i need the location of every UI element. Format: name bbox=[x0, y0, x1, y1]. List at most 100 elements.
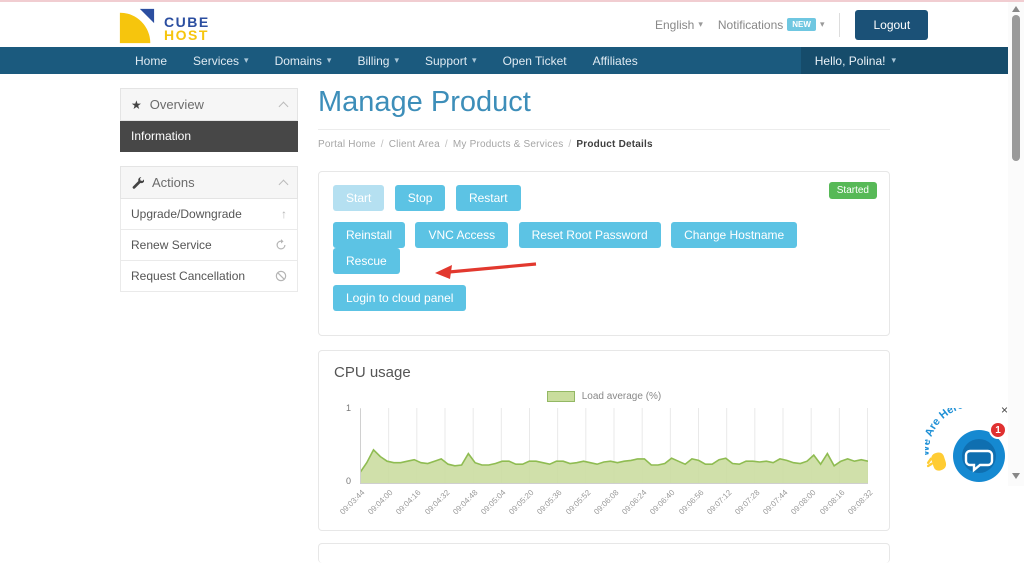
main-navigation: Home Services ▾ Domains ▾ Billing ▾ Support… bbox=[0, 47, 1008, 74]
vnc-access-button[interactable]: VNC Access bbox=[415, 222, 509, 248]
ban-icon bbox=[275, 270, 287, 282]
sidebar-item-label: Upgrade/Downgrade bbox=[131, 207, 242, 221]
power-buttons-row: Start Stop Restart bbox=[333, 185, 875, 211]
user-greeting: Hello, Polina! bbox=[814, 53, 886, 68]
breadcrumb-separator: / bbox=[444, 139, 448, 150]
nav-item-label: Billing bbox=[357, 53, 390, 68]
chart-legend: Load average (%) bbox=[334, 391, 874, 402]
wrench-icon bbox=[131, 176, 144, 189]
nav-item-label: Open Ticket bbox=[502, 53, 567, 68]
logout-button[interactable]: Logout bbox=[855, 9, 929, 40]
scroll-down-icon[interactable] bbox=[1012, 473, 1020, 479]
sidebar-item-upgrade-downgrade[interactable]: Upgrade/Downgrade ↑ bbox=[120, 199, 298, 230]
breadcrumb-separator: / bbox=[380, 139, 384, 150]
chevron-down-icon: ▾ bbox=[472, 55, 477, 65]
restart-button[interactable]: Restart bbox=[455, 185, 521, 211]
chevron-down-icon: ▾ bbox=[698, 19, 703, 29]
breadcrumb-separator: / bbox=[568, 139, 572, 150]
x-axis-tick-label: 09:06:24 bbox=[620, 488, 649, 517]
login-to-cloud-panel-button[interactable]: Login to cloud panel bbox=[333, 285, 467, 311]
breadcrumb-item[interactable]: Client Area bbox=[389, 139, 440, 150]
header-right-controls: English ▾ Notifications NEW ▾ Logout bbox=[655, 2, 929, 47]
nav-item-support[interactable]: Support ▾ bbox=[412, 47, 490, 74]
language-dropdown[interactable]: English ▾ bbox=[655, 18, 703, 32]
chevron-down-icon: ▾ bbox=[394, 55, 399, 65]
change-hostname-button[interactable]: Change Hostname bbox=[671, 222, 798, 248]
chevron-up-icon bbox=[278, 179, 289, 189]
cpu-usage-chart: 10 bbox=[346, 403, 868, 486]
sidebar-item-request-cancellation[interactable]: Request Cancellation bbox=[120, 261, 298, 292]
breadcrumb-item[interactable]: Portal Home bbox=[318, 139, 376, 150]
status-badge: Started bbox=[828, 182, 877, 199]
page-title: Manage Product bbox=[318, 86, 890, 130]
nav-item-home[interactable]: Home bbox=[122, 47, 180, 74]
actions-header[interactable]: Actions bbox=[120, 166, 298, 199]
product-actions-panel: Started Start Stop Restart Reinstall VNC… bbox=[318, 171, 890, 336]
sidebar-item-renew-service[interactable]: Renew Service bbox=[120, 230, 298, 261]
nav-item-open-ticket[interactable]: Open Ticket bbox=[490, 47, 580, 74]
rescue-button[interactable]: Rescue bbox=[333, 248, 400, 274]
x-axis-tick-label: 09:07:12 bbox=[704, 488, 734, 517]
x-axis-tick-label: 09:06:56 bbox=[676, 488, 706, 517]
user-menu[interactable]: Hello, Polina! ▾ bbox=[800, 47, 1008, 74]
nav-item-label: Domains bbox=[274, 53, 322, 68]
nav-items: Home Services ▾ Domains ▾ Billing ▾ Support… bbox=[122, 47, 651, 74]
nav-item-label: Services bbox=[193, 53, 240, 68]
x-axis-tick-label: 09:05:36 bbox=[535, 488, 564, 517]
sidebar: ★ Overview Information Actions Upgrade/D… bbox=[120, 88, 298, 306]
nav-item-domains[interactable]: Domains ▾ bbox=[262, 47, 345, 74]
breadcrumb-item[interactable]: My Products & Services bbox=[453, 139, 564, 150]
logo-line2: HOST bbox=[164, 26, 209, 43]
x-axis-tick-label: 09:04:00 bbox=[366, 488, 395, 517]
chevron-down-icon: ▾ bbox=[819, 19, 825, 29]
overview-header[interactable]: ★ Overview bbox=[120, 88, 298, 121]
x-axis-tick-label: 09:06:08 bbox=[591, 488, 621, 517]
stop-button[interactable]: Stop bbox=[394, 185, 446, 211]
scroll-up-icon[interactable] bbox=[1012, 6, 1020, 12]
new-badge: NEW bbox=[787, 18, 816, 31]
x-axis-tick-label: 09:04:48 bbox=[450, 488, 480, 517]
x-axis-tick-label: 09:04:16 bbox=[394, 488, 423, 517]
x-axis-tick-label: 09:05:04 bbox=[479, 488, 508, 517]
nav-item-label: Home bbox=[135, 53, 168, 68]
reset-root-password-button[interactable]: Reset Root Password bbox=[518, 222, 661, 248]
top-header: CUBE HOST English ▾ Notifications NEW ▾ … bbox=[0, 2, 1008, 47]
sidebar-item-label: Renew Service bbox=[131, 238, 212, 252]
cubehost-logo-icon bbox=[118, 7, 156, 50]
chevron-down-icon: ▾ bbox=[244, 55, 249, 65]
x-axis-tick-label: 09:05:20 bbox=[507, 488, 536, 517]
chart-x-axis-labels: 09:03:44 09:04:00 09:04:16 09:04:32 09:04:48… bbox=[338, 484, 874, 526]
header-divider bbox=[839, 12, 841, 37]
sidebar-item-information[interactable]: Information bbox=[120, 121, 298, 152]
nav-item-services[interactable]: Services ▾ bbox=[180, 47, 262, 74]
y-axis-tick-label: 1 bbox=[346, 403, 352, 413]
reinstall-button[interactable]: Reinstall bbox=[333, 222, 406, 248]
x-axis-tick-label: 09:08:00 bbox=[789, 488, 818, 517]
scrollbar-thumb[interactable] bbox=[1012, 15, 1020, 161]
sidebar-item-label: Request Cancellation bbox=[131, 269, 246, 283]
nav-item-affiliates[interactable]: Affiliates bbox=[580, 47, 651, 74]
notifications-label: Notifications bbox=[717, 17, 784, 32]
notifications-dropdown[interactable]: Notifications NEW ▾ bbox=[718, 18, 825, 32]
x-axis-tick-label: 09:04:32 bbox=[422, 488, 452, 517]
x-axis-tick-label: 09:08:32 bbox=[845, 488, 875, 517]
overview-title: Overview bbox=[149, 97, 204, 112]
logo-text: CUBE HOST bbox=[164, 15, 210, 43]
start-button[interactable]: Start bbox=[333, 185, 385, 211]
actions-panel: Actions Upgrade/Downgrade ↑ Renew Servic… bbox=[120, 166, 298, 292]
actions-title: Actions bbox=[152, 175, 195, 190]
panel-login-row: Login to cloud panel bbox=[333, 285, 875, 311]
next-panel-partial bbox=[318, 543, 890, 563]
nav-item-billing[interactable]: Billing ▾ bbox=[344, 47, 412, 74]
refresh-icon bbox=[275, 239, 287, 251]
live-chat-widget[interactable]: × We Are Here! 1 bbox=[925, 404, 1013, 486]
legend-swatch bbox=[546, 391, 575, 402]
x-axis-tick-label: 09:07:28 bbox=[733, 488, 762, 517]
management-buttons-row: Reinstall VNC Access Reset Root Password… bbox=[333, 222, 875, 274]
x-axis-tick-label: 09:06:40 bbox=[648, 488, 677, 517]
cubehost-logo[interactable]: CUBE HOST bbox=[118, 7, 210, 50]
legend-label: Load average (%) bbox=[581, 391, 662, 402]
chevron-up-icon bbox=[278, 101, 289, 111]
star-icon: ★ bbox=[131, 97, 142, 112]
language-label: English bbox=[655, 17, 695, 32]
